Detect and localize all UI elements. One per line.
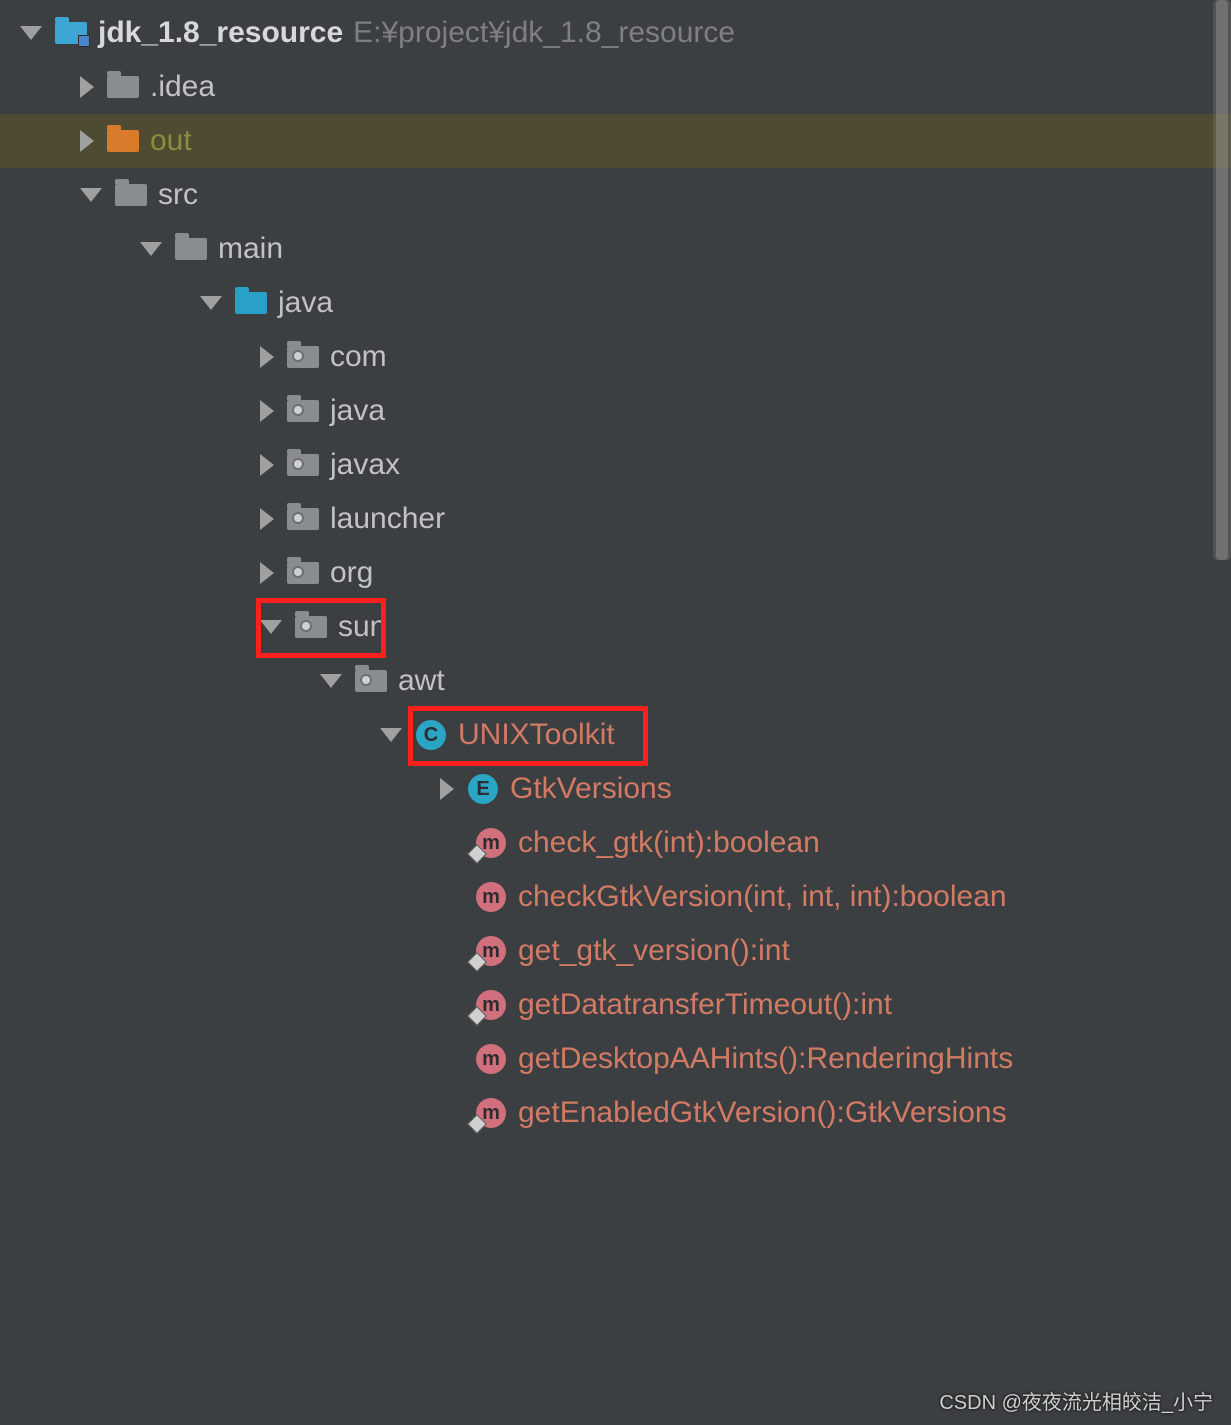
no-expander bbox=[440, 890, 462, 904]
node-label: check_gtk(int):boolean bbox=[518, 826, 820, 860]
chevron-right-icon[interactable] bbox=[260, 508, 274, 530]
node-label: out bbox=[150, 124, 192, 158]
project-tree[interactable]: jdk_1.8_resource E:¥project¥jdk_1.8_reso… bbox=[0, 0, 1231, 1140]
chevron-down-icon[interactable] bbox=[80, 188, 102, 202]
node-label: checkGtkVersion(int, int, int):boolean bbox=[518, 880, 1007, 914]
chevron-down-icon[interactable] bbox=[20, 26, 42, 40]
package-icon bbox=[286, 343, 320, 371]
node-label: .idea bbox=[150, 70, 215, 104]
enum-icon: E bbox=[466, 775, 500, 803]
tree-row-method[interactable]: m checkGtkVersion(int, int, int):boolean bbox=[0, 870, 1231, 924]
package-icon bbox=[354, 667, 388, 695]
tree-row-idea[interactable]: .idea bbox=[0, 60, 1231, 114]
chevron-down-icon[interactable] bbox=[320, 674, 342, 688]
chevron-right-icon[interactable] bbox=[260, 454, 274, 476]
tree-row-sun[interactable]: sun bbox=[0, 600, 1231, 654]
tree-row-gtkversions[interactable]: E GtkVersions bbox=[0, 762, 1231, 816]
node-label: java bbox=[278, 286, 333, 320]
chevron-down-icon[interactable] bbox=[380, 728, 402, 742]
tree-row-method[interactable]: m get_gtk_version():int bbox=[0, 924, 1231, 978]
tree-row-src[interactable]: src bbox=[0, 168, 1231, 222]
node-label: com bbox=[330, 340, 387, 374]
no-expander bbox=[440, 944, 462, 958]
tree-row-method[interactable]: m check_gtk(int):boolean bbox=[0, 816, 1231, 870]
node-label: sun bbox=[338, 610, 386, 644]
no-expander bbox=[440, 1106, 462, 1120]
chevron-right-icon[interactable] bbox=[80, 130, 94, 152]
method-icon: m bbox=[474, 1045, 508, 1073]
node-label: src bbox=[158, 178, 198, 212]
vertical-scrollbar[interactable] bbox=[1213, 0, 1231, 560]
chevron-right-icon[interactable] bbox=[440, 778, 454, 800]
node-label: UNIXToolkit bbox=[458, 718, 615, 752]
no-expander bbox=[440, 1052, 462, 1066]
node-label: java bbox=[330, 394, 385, 428]
tree-row-out[interactable]: out bbox=[0, 114, 1231, 168]
tree-row-java[interactable]: java bbox=[0, 276, 1231, 330]
node-label: get_gtk_version():int bbox=[518, 934, 790, 968]
node-label: getEnabledGtkVersion():GtkVersions bbox=[518, 1096, 1007, 1130]
chevron-right-icon[interactable] bbox=[260, 346, 274, 368]
chevron-down-icon[interactable] bbox=[260, 620, 282, 634]
chevron-right-icon[interactable] bbox=[260, 562, 274, 584]
excluded-folder-icon bbox=[106, 127, 140, 155]
method-icon: m bbox=[474, 883, 508, 911]
tree-row-main[interactable]: main bbox=[0, 222, 1231, 276]
tree-row-root[interactable]: jdk_1.8_resource E:¥project¥jdk_1.8_reso… bbox=[0, 6, 1231, 60]
tree-row-org[interactable]: org bbox=[0, 546, 1231, 600]
method-icon: m bbox=[474, 937, 508, 965]
node-label: main bbox=[218, 232, 283, 266]
package-icon bbox=[286, 559, 320, 587]
root-path: E:¥project¥jdk_1.8_resource bbox=[353, 16, 735, 50]
node-label: org bbox=[330, 556, 373, 590]
node-label: awt bbox=[398, 664, 445, 698]
chevron-right-icon[interactable] bbox=[260, 400, 274, 422]
package-icon bbox=[294, 613, 328, 641]
tree-row-pkg-java[interactable]: java bbox=[0, 384, 1231, 438]
node-label: getDesktopAAHints():RenderingHints bbox=[518, 1042, 1013, 1076]
node-label: launcher bbox=[330, 502, 445, 536]
package-icon bbox=[286, 451, 320, 479]
folder-icon bbox=[114, 181, 148, 209]
tree-row-awt[interactable]: awt bbox=[0, 654, 1231, 708]
tree-row-com[interactable]: com bbox=[0, 330, 1231, 384]
package-icon bbox=[286, 505, 320, 533]
module-folder-icon bbox=[54, 19, 88, 47]
tree-row-launcher[interactable]: launcher bbox=[0, 492, 1231, 546]
node-label: GtkVersions bbox=[510, 772, 672, 806]
source-folder-icon bbox=[234, 289, 268, 317]
tree-row-javax[interactable]: javax bbox=[0, 438, 1231, 492]
no-expander bbox=[440, 998, 462, 1012]
method-icon: m bbox=[474, 1099, 508, 1127]
no-expander bbox=[440, 836, 462, 850]
chevron-down-icon[interactable] bbox=[140, 242, 162, 256]
tree-row-method[interactable]: m getDesktopAAHints():RenderingHints bbox=[0, 1032, 1231, 1086]
tree-row-method[interactable]: m getEnabledGtkVersion():GtkVersions bbox=[0, 1086, 1231, 1140]
folder-icon bbox=[174, 235, 208, 263]
method-icon: m bbox=[474, 991, 508, 1019]
tree-row-unixtoolkit[interactable]: C UNIXToolkit bbox=[0, 708, 1231, 762]
watermark-text: CSDN @夜夜流光相皎洁_小宁 bbox=[939, 1386, 1213, 1415]
node-label: getDatatransferTimeout():int bbox=[518, 988, 892, 1022]
class-icon: C bbox=[414, 721, 448, 749]
package-icon bbox=[286, 397, 320, 425]
method-icon: m bbox=[474, 829, 508, 857]
tree-row-method[interactable]: m getDatatransferTimeout():int bbox=[0, 978, 1231, 1032]
chevron-down-icon[interactable] bbox=[200, 296, 222, 310]
node-label: javax bbox=[330, 448, 400, 482]
root-name: jdk_1.8_resource bbox=[98, 16, 343, 50]
folder-icon bbox=[106, 73, 140, 101]
chevron-right-icon[interactable] bbox=[80, 76, 94, 98]
